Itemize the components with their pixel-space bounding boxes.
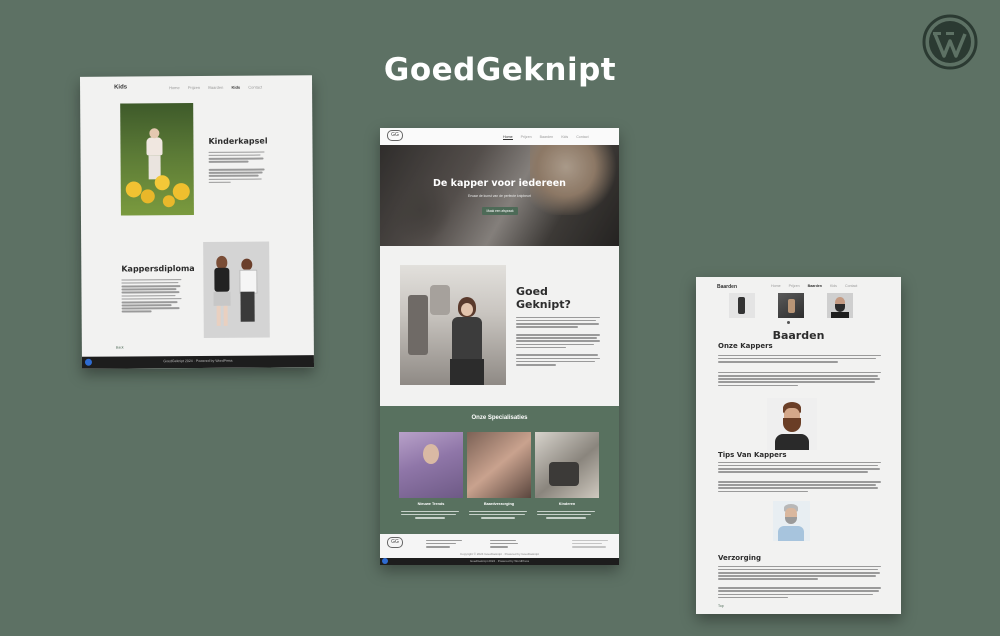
specialisation-text-trends — [401, 509, 461, 520]
hairdresser-salon-image — [400, 265, 506, 385]
nav-menu: Home Prijzen Baarden Kids Contact — [162, 85, 262, 91]
nav-item-kids[interactable]: Kids — [830, 284, 837, 288]
site-logo[interactable]: GG — [387, 130, 403, 141]
purple-hair-image — [399, 432, 463, 498]
child-with-balloons-image — [120, 103, 194, 216]
back-link[interactable]: Back — [116, 346, 124, 350]
specialisations-title: Onze Specialisaties — [471, 415, 528, 421]
kappers-text — [718, 353, 883, 388]
specialisations-section: Onze Specialisaties Nieuwe Trends Baardv… — [380, 406, 619, 534]
nav-menu: Home Prijzen Baarden Kids Contact — [496, 135, 589, 140]
tools-thumbnail — [729, 293, 755, 318]
nav-item-contact[interactable]: Contact — [845, 284, 857, 288]
nav-item-baarden[interactable]: Baarden — [208, 85, 223, 90]
verzorging-text — [718, 564, 883, 600]
footer-bar: GoedGeknipt 2024 · Powered by WordPress — [81, 355, 315, 369]
appointment-button[interactable]: Maak een afspraak — [482, 207, 518, 215]
footer-text: GoedGeknipt 2024 · Powered by WordPress — [163, 358, 233, 364]
footer-address — [426, 538, 466, 549]
kids-haircut-image — [535, 432, 599, 498]
section-title-verzorging: Verzorging — [718, 554, 761, 562]
section-title-kappers: Onze Kappers — [718, 342, 773, 350]
nav-item-kids[interactable]: Kids — [561, 135, 568, 139]
tips-text — [718, 460, 883, 494]
banner-title: De kapper voor iedereen — [433, 178, 566, 189]
bottom-bar: GoedGeknipt 2024 · Powered by WordPress — [380, 558, 619, 565]
kinderkapsel-text — [208, 150, 266, 185]
about-title: Goed Geknipt? — [516, 285, 571, 311]
nav-item-prijzen[interactable]: Prijzen — [789, 284, 800, 288]
site-header: GG Home Prijzen Baarden Kids Contact — [380, 128, 619, 145]
copyright-text: Copyright © 2024 GoedGeknipt · Powered b… — [460, 552, 539, 556]
page-label: Baarden — [717, 284, 738, 290]
about-text — [516, 315, 602, 367]
kids-page-card: Kids Home Prijzen Baarden Kids Contact K… — [79, 75, 315, 369]
nav-item-prijzen[interactable]: Prijzen — [188, 85, 200, 90]
section-title-kappersdiploma: Kappersdiploma — [121, 264, 195, 274]
beards-page-card: Baarden Home Prijzen Baarden Kids Contac… — [696, 277, 901, 614]
section-title-kinderkapsel: Kinderkapsel — [208, 136, 268, 146]
nav-item-home[interactable]: Home — [503, 135, 513, 140]
footer-links — [572, 538, 612, 549]
scroll-top-icon[interactable] — [382, 558, 388, 564]
nav-item-baarden[interactable]: Baarden — [540, 135, 554, 139]
specialisation-text-beard — [469, 509, 529, 520]
nav-item-baarden[interactable]: Baarden — [808, 284, 822, 288]
scroll-top-icon[interactable] — [84, 358, 93, 366]
specialisation-title-beard: Baardverzorging — [483, 502, 515, 506]
wordpress-icon — [922, 14, 978, 70]
two-children-image — [203, 241, 270, 338]
nav-item-home[interactable]: Home — [771, 284, 781, 288]
nav-item-kids[interactable]: Kids — [231, 85, 240, 90]
hero-banner: De kapper voor iedereen Ervaar de kunst … — [380, 145, 619, 246]
nav-item-home[interactable]: Home — [169, 85, 180, 90]
bearded-man-portrait — [767, 398, 817, 450]
footer-contact — [490, 538, 520, 549]
specialisation-title-kids: Kinderen — [558, 502, 576, 506]
beard-oil-thumbnail — [778, 293, 804, 318]
carousel-dot[interactable] — [787, 321, 790, 324]
bearded-man-thumbnail — [827, 293, 853, 318]
grey-haired-man-portrait — [773, 501, 810, 541]
kappersdiploma-text — [121, 277, 183, 314]
main-title: Baarden — [772, 329, 825, 342]
footer-logo[interactable]: GG — [387, 537, 403, 548]
page-label: Kids — [114, 84, 128, 91]
about-title-line2: Geknipt? — [516, 298, 571, 311]
specialisation-title-trends: Nieuwe Trends — [417, 502, 445, 506]
top-link[interactable]: Top — [718, 604, 724, 608]
nav-item-contact[interactable]: Contact — [576, 135, 588, 139]
banner-subtitle: Ervaar de kunst van de perfecte knipbeur… — [468, 194, 531, 198]
site-footer: GG Copyright © 2024 GoedGeknipt · Powere… — [380, 534, 619, 558]
specialisation-text-kids — [537, 509, 597, 520]
about-title-line1: Goed — [516, 285, 548, 298]
nav-item-contact[interactable]: Contact — [248, 85, 262, 90]
section-title-tips: Tips Van Kappers — [718, 451, 787, 459]
nav-menu: Home Prijzen Baarden Kids Contact — [764, 284, 857, 288]
beard-care-image — [467, 432, 531, 498]
home-page-card: GG Home Prijzen Baarden Kids Contact De … — [380, 128, 619, 565]
nav-item-prijzen[interactable]: Prijzen — [521, 135, 532, 139]
bottom-bar-text: GoedGeknipt 2024 · Powered by WordPress — [469, 559, 530, 563]
